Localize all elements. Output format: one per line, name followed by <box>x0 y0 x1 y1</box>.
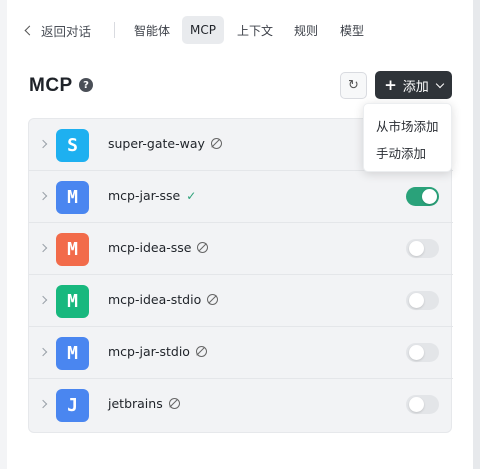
disabled-icon <box>210 138 222 149</box>
check-icon: ✓ <box>186 188 197 203</box>
chevron-down-icon <box>435 79 445 88</box>
list-item: M mcp-idea-stdio <box>29 275 453 327</box>
server-name: mcp-idea-stdio <box>108 292 202 307</box>
back-to-chat-button[interactable]: 返回对话 <box>23 16 91 44</box>
enable-toggle[interactable] <box>406 291 439 310</box>
server-name: jetbrains <box>108 396 163 411</box>
right-scroll-edge[interactable] <box>473 0 480 469</box>
page-title: MCP <box>29 75 73 96</box>
enable-toggle[interactable] <box>406 343 439 362</box>
list-item: J jetbrains <box>29 379 453 431</box>
server-name-wrap: super-gate-way <box>108 136 222 151</box>
disabled-icon <box>195 346 207 357</box>
avatar: S <box>56 129 89 162</box>
tab-models[interactable]: 模型 <box>333 16 371 44</box>
plus-icon: + <box>384 76 397 94</box>
disabled-icon <box>168 398 180 409</box>
list-item: M mcp-jar-stdio <box>29 327 453 379</box>
server-name: mcp-jar-sse <box>108 188 181 203</box>
avatar: M <box>56 181 89 214</box>
chevron-right-icon[interactable] <box>38 139 48 149</box>
refresh-icon: ↻ <box>348 78 359 93</box>
server-name-wrap: mcp-jar-sse ✓ <box>108 188 196 203</box>
server-name-wrap: jetbrains <box>108 396 180 411</box>
server-name-wrap: mcp-jar-stdio <box>108 344 207 359</box>
tab-rules[interactable]: 规则 <box>287 16 325 44</box>
refresh-button[interactable]: ↻ <box>340 72 367 99</box>
toggle-knob <box>409 397 424 412</box>
tab-mcp[interactable]: MCP <box>182 16 224 44</box>
server-name: mcp-jar-stdio <box>108 344 190 359</box>
avatar: M <box>56 337 89 370</box>
tab-agents[interactable]: 智能体 <box>127 16 177 44</box>
avatar: M <box>56 285 89 318</box>
server-name-wrap: mcp-idea-sse <box>108 240 209 255</box>
add-button[interactable]: + 添加 <box>375 71 452 99</box>
chevron-right-icon[interactable] <box>38 399 48 409</box>
add-dropdown-menu: 从市场添加 手动添加 <box>363 103 452 172</box>
enable-toggle[interactable] <box>406 395 439 414</box>
avatar: J <box>56 389 89 422</box>
server-name: super-gate-way <box>108 136 205 151</box>
server-name: mcp-idea-sse <box>108 240 192 255</box>
help-icon[interactable]: ? <box>79 78 93 92</box>
chevron-right-icon[interactable] <box>38 191 48 201</box>
avatar: M <box>56 233 89 266</box>
chevron-right-icon[interactable] <box>38 243 48 253</box>
toggle-knob <box>422 189 437 204</box>
enable-toggle[interactable] <box>406 239 439 258</box>
toggle-knob <box>409 293 424 308</box>
list-item: M mcp-idea-sse <box>29 223 453 275</box>
disabled-icon <box>197 242 209 253</box>
chevron-right-icon[interactable] <box>38 295 48 305</box>
back-label: 返回对话 <box>41 23 92 39</box>
nav-divider <box>114 22 115 38</box>
enable-toggle[interactable] <box>406 187 439 206</box>
menu-item-add-manually[interactable]: 手动添加 <box>364 139 451 166</box>
list-item: M mcp-jar-sse ✓ <box>29 171 453 223</box>
menu-item-add-from-market[interactable]: 从市场添加 <box>364 112 451 139</box>
chevron-right-icon[interactable] <box>38 347 48 357</box>
tab-context[interactable]: 上下文 <box>231 16 279 44</box>
chevron-left-icon <box>24 25 35 35</box>
server-name-wrap: mcp-idea-stdio <box>108 292 219 307</box>
toggle-knob <box>409 241 424 256</box>
add-button-label: 添加 <box>402 79 429 95</box>
toggle-knob <box>409 345 424 360</box>
left-edge <box>0 0 7 469</box>
disabled-icon <box>207 294 219 305</box>
